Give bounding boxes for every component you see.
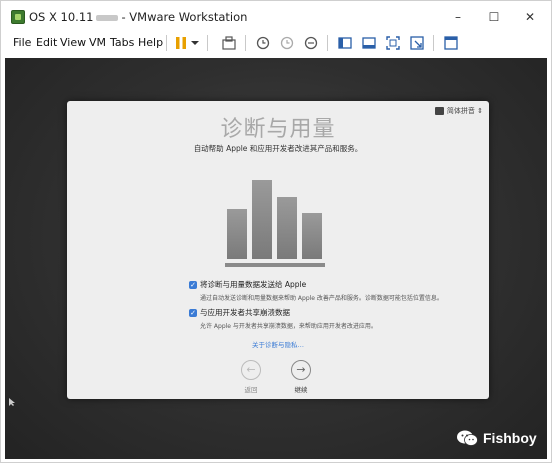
menu-toolbar: File Edit View VM Tabs Help: [5, 31, 549, 55]
show-library-icon[interactable]: [337, 35, 353, 51]
full-screen-icon[interactable]: [385, 35, 401, 51]
maximize-button[interactable]: ☐: [481, 7, 507, 27]
window-title: OS X 10.11 - VMware Workstation: [29, 10, 247, 24]
setup-dialog: 简体拼音 ⇕ 诊断与用量 自动帮助 Apple 和应用开发者改进其产品和服务。 …: [67, 101, 489, 399]
toolbar-separator: [207, 35, 208, 51]
back-arrow-icon[interactable]: ←: [241, 360, 261, 380]
toolbar-separator: [327, 35, 328, 51]
toolbar-separator: [166, 35, 167, 51]
pause-icon[interactable]: [173, 35, 189, 51]
snapshot-manager-icon[interactable]: [303, 35, 319, 51]
thumbnail-bar-icon[interactable]: [361, 35, 377, 51]
option-send-diagnostics[interactable]: ✓ 将诊断与用量数据发送给 Apple: [189, 279, 306, 290]
menu-help[interactable]: Help: [138, 36, 163, 49]
watermark-text: Fishboy: [483, 430, 537, 446]
menu-tabs[interactable]: Tabs: [110, 36, 134, 49]
window-title-prefix: OS X 10.11: [29, 10, 94, 24]
continue-arrow-icon[interactable]: →: [291, 360, 311, 380]
bar-chart-icon: [225, 180, 325, 267]
option-send-diagnostics-desc: 通过自动发送诊断和用量数据来帮助 Apple 改善产品和服务。诊断数据可能包括位…: [200, 295, 443, 302]
checkbox-send-diagnostics[interactable]: ✓: [189, 281, 197, 289]
option-share-crash-data-desc: 允许 Apple 与开发者共享崩溃数据，来帮助应用开发者改进应用。: [200, 323, 377, 330]
chevron-down-icon[interactable]: [190, 35, 200, 51]
window-title-suffix: - VMware Workstation: [121, 10, 248, 24]
revert-snapshot-icon[interactable]: [279, 35, 295, 51]
about-diagnostics-link[interactable]: 关于诊断与隐私…: [67, 339, 489, 349]
checkbox-share-crash-data[interactable]: ✓: [189, 309, 197, 317]
vmware-app-icon: [11, 10, 25, 24]
toolbar-separator: [433, 35, 434, 51]
minimize-button[interactable]: –: [445, 7, 471, 27]
title-bar: OS X 10.11 - VMware Workstation – ☐ ✕: [5, 5, 549, 29]
vm-display[interactable]: 简体拼音 ⇕ 诊断与用量 自动帮助 Apple 和应用开发者改进其产品和服务。 …: [5, 58, 547, 459]
wechat-logo-icon: [457, 430, 478, 446]
dialog-title: 诊断与用量: [220, 117, 336, 142]
send-ctrl-alt-del-icon[interactable]: [221, 35, 237, 51]
unity-icon[interactable]: [409, 35, 425, 51]
dialog-subtitle: 自动帮助 Apple 和应用开发者改进其产品和服务。: [193, 144, 363, 153]
redacted-text: [96, 14, 119, 21]
snapshot-icon[interactable]: [255, 35, 271, 51]
back-button-label[interactable]: 返回: [231, 384, 271, 394]
toolbar-separator: [245, 35, 246, 51]
menu-view[interactable]: View: [60, 36, 86, 49]
option-share-crash-data[interactable]: ✓ 与应用开发者共享崩溃数据: [189, 307, 290, 318]
close-button[interactable]: ✕: [517, 7, 543, 27]
app-window: OS X 10.11 - VMware Workstation – ☐ ✕ Fil…: [0, 0, 552, 463]
mouse-cursor-icon: [9, 398, 15, 406]
option-share-crash-data-label: 与应用开发者共享崩溃数据: [200, 308, 290, 317]
continue-button-label[interactable]: 继续: [281, 384, 321, 394]
menu-edit[interactable]: Edit: [36, 36, 57, 49]
menu-vm[interactable]: VM: [89, 36, 106, 49]
option-send-diagnostics-label: 将诊断与用量数据发送给 Apple: [200, 280, 307, 289]
console-view-icon[interactable]: [443, 35, 459, 51]
menu-file[interactable]: File: [13, 36, 31, 49]
